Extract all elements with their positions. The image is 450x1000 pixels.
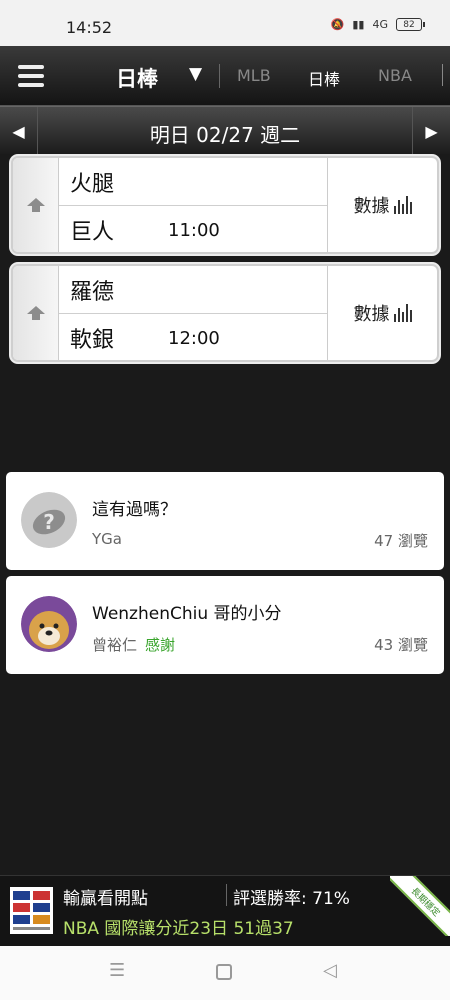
banner-divider [226,884,227,906]
bar-chart-icon [393,196,412,214]
caret-right-icon: ▶ [425,121,438,141]
stats-button[interactable]: 數據 [327,266,437,360]
network-label: 4G [372,18,388,31]
post-views: 47 瀏覽 [374,532,428,550]
battery-icon: 82 [396,18,425,31]
tab-npb[interactable]: 日棒 [308,66,340,90]
team-row-home: 羅德 [59,266,327,314]
home-icon[interactable] [216,964,232,980]
tab-mlb[interactable]: MLB [237,66,271,85]
svg-text:?: ? [43,510,55,534]
team-name: 巨人 [70,220,115,245]
post-author-name: YGa [92,530,122,548]
avatar [21,596,77,652]
game-card[interactable]: 羅德 軟銀 12:00 數據 [11,264,439,362]
post-author: 曾裕仁 感謝 [92,634,175,655]
post-author-name: 曾裕仁 [92,636,138,654]
top-nav: 日棒 ▼ MLB 日棒 NBA [0,46,450,106]
status-bar: 14:52 🔕 ▮▮ 4G 82 [0,0,450,46]
thanks-link[interactable]: 感謝 [145,636,175,654]
banner-logo-image [10,887,53,934]
recent-apps-icon[interactable]: ☰ [109,960,125,981]
tab-more-edge[interactable] [442,64,450,86]
next-day-button[interactable]: ▶ [412,107,450,155]
post-item[interactable]: WenzhenChiu 哥的小分 曾裕仁 感謝 43 瀏覽 [6,576,444,674]
date-label: 明日 02/27 週二 [149,123,301,147]
banner-winrate: 評選勝率: 71% [233,889,350,909]
arrow-up-icon [13,266,59,360]
stats-label: 數據 [353,196,390,217]
game-time: 12:00 [168,327,220,349]
status-icons: 🔕 ▮▮ 4G 82 [330,18,425,31]
nav-divider [219,64,220,88]
avatar: ? [21,492,77,548]
banner-title: 輸贏看開點 [63,889,148,909]
tab-nba[interactable]: NBA [378,66,412,85]
mute-icon: 🔕 [330,18,345,31]
banner-ribbon: 長期穩定 [390,876,450,936]
status-time: 14:52 [66,18,113,37]
team-name: 軟銀 [70,328,115,353]
stats-label: 數據 [353,304,390,325]
league-selector[interactable]: 日棒 [116,63,158,93]
system-nav-bar: ☰ ◁ [0,946,450,1000]
team-row-away: 軟銀 12:00 [59,314,327,360]
game-time: 11:00 [168,219,220,241]
bar-chart-icon [393,304,412,322]
post-title: WenzhenChiu 哥的小分 [92,604,282,624]
back-icon[interactable]: ◁ [323,960,337,981]
dropdown-arrow-icon[interactable]: ▼ [189,64,202,84]
stats-button[interactable]: 數據 [327,158,437,252]
post-author: YGa [92,530,122,548]
post-views: 43 瀏覽 [374,636,428,654]
team-name: 火腿 [70,171,115,197]
ribbon-label: 長期穩定 [390,876,450,936]
promo-banner[interactable]: 輸贏看開點 評選勝率: 71% NBA 國際讓分近23日 51過37 長期穩定 [0,875,450,946]
arrow-up-icon [13,158,59,252]
date-bar: ◀ 明日 02/27 週二 ▶ [0,106,450,155]
game-card[interactable]: 火腿 巨人 11:00 數據 [11,156,439,254]
signal-icon: ▮▮ [352,18,365,31]
team-row-home: 火腿 [59,158,327,206]
banner-pick: NBA 國際讓分近23日 51過37 [63,919,294,939]
menu-icon[interactable] [18,65,44,87]
post-title: 這有過嗎？ [92,500,177,520]
team-name: 羅德 [70,279,115,305]
team-row-away: 巨人 11:00 [59,206,327,252]
post-item[interactable]: ? 這有過嗎？ YGa 47 瀏覽 [6,472,444,570]
